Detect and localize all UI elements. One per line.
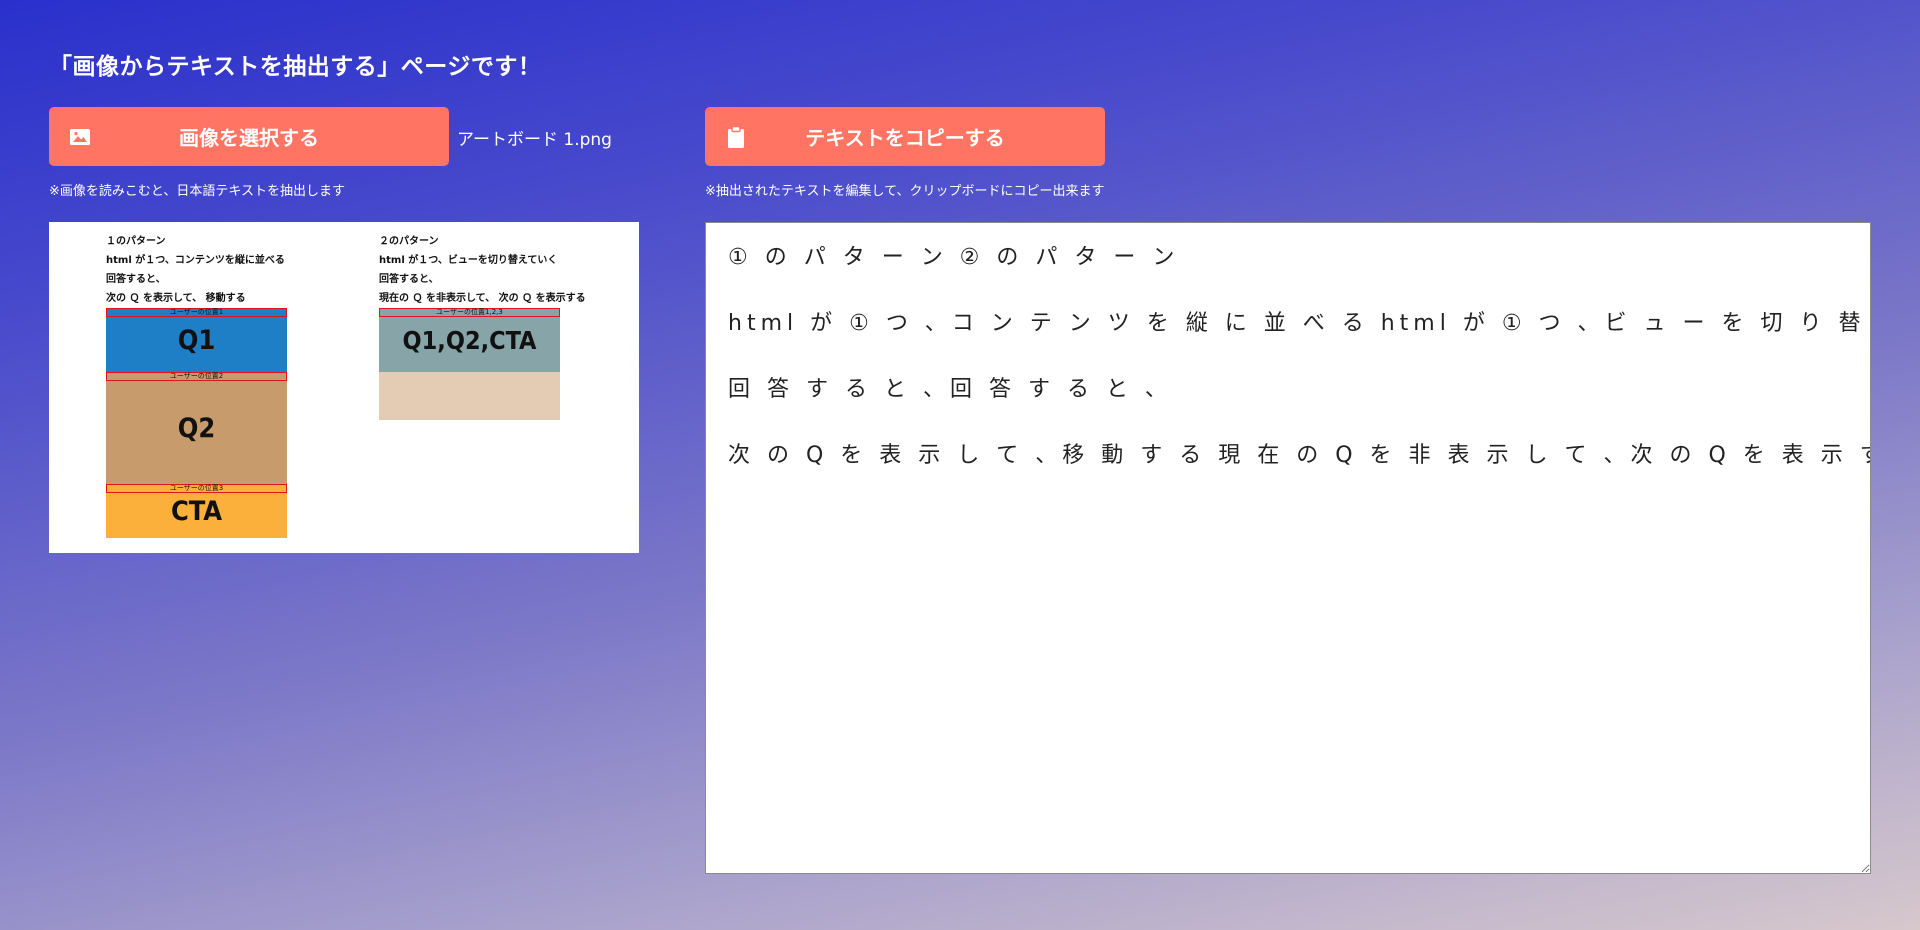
select-image-button[interactable]: 画像を選択する xyxy=(49,107,449,166)
resize-grip-icon[interactable] xyxy=(1858,861,1868,871)
extracted-text-area[interactable]: ① の パ タ ー ン ② の パ タ ー ン html が ① つ 、コ ン … xyxy=(705,222,1871,874)
preview-user-position-2: ユーザーの位置2 xyxy=(106,372,287,381)
select-image-note: ※画像を読みこむと、日本語テキストを抽出します xyxy=(49,184,345,199)
selected-file-name: アートボード 1.png xyxy=(457,130,612,150)
preview-p1-line1: html が１つ、コンテンツを縦に並べる xyxy=(106,255,285,266)
preview-user-position-123: ユーザーの位置1,2,3 xyxy=(379,308,560,317)
copy-text-label: テキストをコピーする xyxy=(805,126,1005,150)
preview-q1-block: Q1 xyxy=(106,308,287,372)
preview-p2-line3: 現在の Ｑ を非表示して、 次の Ｑ を表示する xyxy=(379,293,586,304)
preview-p2-title: ２のパターン xyxy=(379,236,439,247)
clipboard-icon xyxy=(725,125,747,149)
preview-p1-line2: 回答すると、 xyxy=(106,274,166,285)
copy-text-note: ※抽出されたテキストを編集して、クリップボードにコピー出来ます xyxy=(705,184,1105,199)
preview-p2-line2: 回答すると、 xyxy=(379,274,439,285)
extracted-line-1: ① の パ タ ー ン ② の パ タ ー ン xyxy=(728,245,1180,270)
preview-p1-line3: 次の Ｑ を表示して、 移動する xyxy=(106,293,246,304)
preview-q-all-block: Q1,Q2,CTA xyxy=(379,308,560,372)
copy-text-button[interactable]: テキストをコピーする xyxy=(705,107,1105,166)
image-preview: １のパターン html が１つ、コンテンツを縦に並べる 回答すると、 次の Ｑ … xyxy=(49,222,639,553)
extracted-line-3: 回 答 す る と 、回 答 す る と 、 xyxy=(728,377,1172,402)
preview-user-position-3: ユーザーの位置3 xyxy=(106,484,287,493)
preview-p1-title: １のパターン xyxy=(106,236,166,247)
select-image-label: 画像を選択する xyxy=(179,126,319,150)
image-icon xyxy=(69,125,91,149)
extracted-line-4: 次 の Q を 表 示 し て 、移 動 す る 現 在 の Q を 非 表 示… xyxy=(728,443,1871,468)
preview-p2-line1: html が１つ、ビューを切り替えていく xyxy=(379,255,558,266)
preview-q2-block: Q2 xyxy=(106,372,287,484)
extracted-line-2: html が ① つ 、コ ン テ ン ツ を 縦 に 並 べ る html が… xyxy=(728,311,1870,336)
page-title: 「画像からテキストを抽出する」ページです！ xyxy=(49,54,542,80)
preview-q-all-bottom-block xyxy=(379,372,560,420)
preview-user-position-1: ユーザーの位置1 xyxy=(106,308,287,317)
